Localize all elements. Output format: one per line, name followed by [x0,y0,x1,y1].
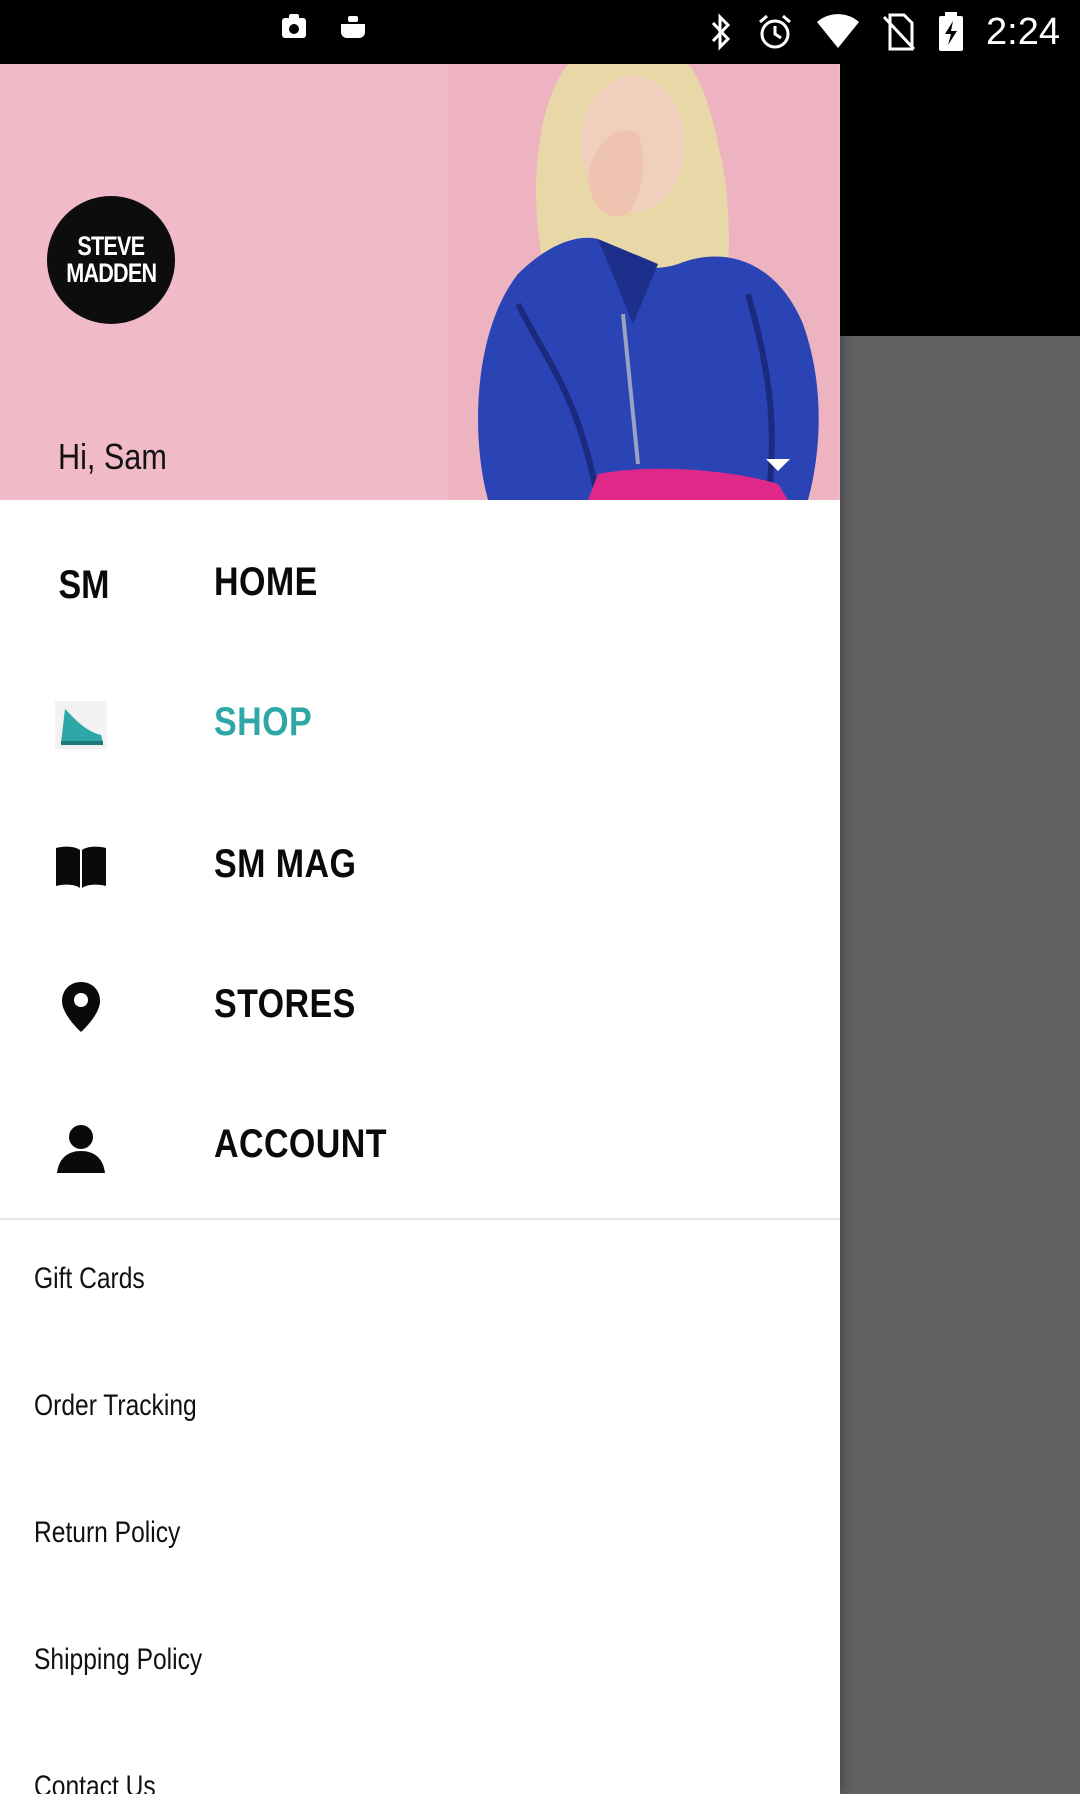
status-bar: 2:24 [0,0,1080,64]
nav-item-shipping-policy[interactable]: Shipping Policy [34,1643,634,1703]
sm-logo-text: SM [58,562,110,607]
alarm-icon [756,13,794,51]
nav-label-account: ACCOUNT [214,1122,387,1166]
book-icon [54,840,108,894]
battery-charging-icon [938,12,964,52]
nav-item-sm-mag[interactable]: SM MAG [0,812,840,922]
drawer-scrim[interactable] [840,336,1080,1794]
hero-image [448,64,838,500]
notification-icon [338,14,368,40]
nav-label-home: HOME [214,560,318,604]
wifi-icon [816,14,860,50]
no-sim-icon [882,13,916,51]
nav-label-stores: STORES [214,982,356,1026]
nav-item-shop[interactable]: SHOP [0,670,840,780]
brand-logo-line2: MADDEN [66,258,157,288]
nav-item-contact-us[interactable]: Contact Us [34,1770,634,1794]
navigation-drawer: STEVE MADDEN Hi, Sam SM HOME SHOP SM MAG… [0,64,840,1794]
location-pin-icon [54,980,108,1034]
drawer-header: STEVE MADDEN Hi, Sam [0,64,840,500]
nav-item-order-tracking[interactable]: Order Tracking [34,1389,634,1449]
brand-logo-line1: STEVE [77,231,146,261]
drawer-divider [0,1218,840,1220]
nav-item-gift-cards[interactable]: Gift Cards [34,1262,634,1322]
person-icon [54,1120,108,1174]
nav-label-shop: SHOP [214,700,313,744]
nav-item-stores[interactable]: STORES [0,952,840,1062]
nav-item-account[interactable]: ACCOUNT [0,1092,840,1202]
bluetooth-icon [708,13,734,51]
background-app-header [840,64,1080,336]
sm-logo-icon: SM [54,558,110,612]
status-bar-notifications [280,14,368,40]
nav-label-contact-us: Contact Us [34,1770,156,1794]
nav-label-return-policy: Return Policy [34,1516,181,1549]
shoe-icon [54,698,108,752]
nav-label-sm-mag: SM MAG [214,842,357,886]
nav-item-home[interactable]: SM HOME [0,530,840,640]
notification-icon [280,14,308,40]
nav-item-return-policy[interactable]: Return Policy [34,1516,634,1576]
brand-logo[interactable]: STEVE MADDEN [47,196,175,324]
nav-label-order-tracking: Order Tracking [34,1389,197,1422]
clock: 2:24 [986,10,1060,53]
nav-label-shipping-policy: Shipping Policy [34,1643,203,1676]
nav-label-gift-cards: Gift Cards [34,1262,145,1295]
user-greeting: Hi, Sam [58,436,167,477]
